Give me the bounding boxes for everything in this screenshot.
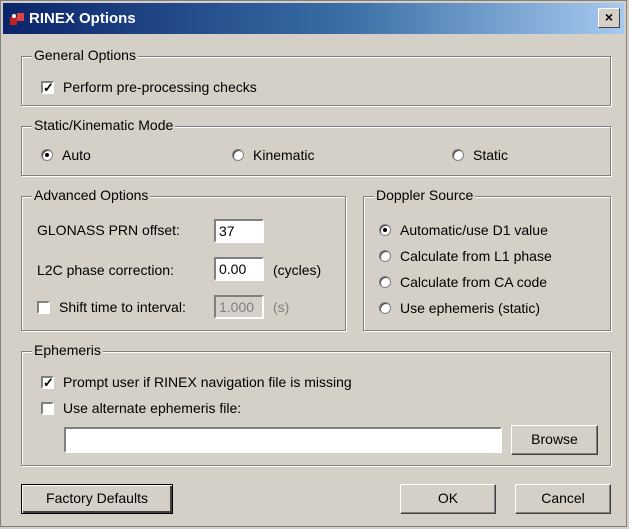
alternate-ephemeris-check-icon[interactable] <box>41 401 54 415</box>
factory-defaults-button[interactable]: Factory Defaults <box>21 484 173 514</box>
doppler-ca-radio[interactable]: Calculate from CA code <box>379 274 547 290</box>
shift-interval-input[interactable]: 1.000 <box>214 295 264 319</box>
doppler-l1-label: Calculate from L1 phase <box>400 248 552 264</box>
radio-icon[interactable] <box>379 302 391 314</box>
mode-auto-label: Auto <box>62 147 91 163</box>
shift-unit: (s) <box>273 299 290 315</box>
radio-selected-icon[interactable] <box>379 224 391 236</box>
rinex-options-dialog: RINEX Options × General Options ✓ Perfor… <box>0 0 627 527</box>
preprocess-check-icon[interactable]: ✓ <box>41 80 54 94</box>
prompt-user-label: Prompt user if RINEX navigation file is … <box>63 374 352 390</box>
ok-button[interactable]: OK <box>400 484 496 514</box>
app-icon <box>10 13 24 25</box>
doppler-ca-label: Calculate from CA code <box>400 274 548 290</box>
mode-group: Static/Kinematic Mode <box>21 117 611 176</box>
glonass-offset-input[interactable]: 37 <box>214 219 264 243</box>
ephemeris-title: Ephemeris <box>32 342 103 358</box>
mode-kinematic-label: Kinematic <box>253 147 315 163</box>
doppler-ephemeris-radio[interactable]: Use ephemeris (static) <box>379 300 540 316</box>
mode-static-radio[interactable]: Static <box>452 147 508 163</box>
advanced-options-title: Advanced Options <box>32 187 151 203</box>
glonass-label: GLONASS PRN offset: <box>37 222 180 238</box>
radio-icon[interactable] <box>379 276 391 288</box>
close-button[interactable]: × <box>598 8 620 28</box>
doppler-l1-radio[interactable]: Calculate from L1 phase <box>379 248 552 264</box>
radio-icon[interactable] <box>379 250 391 262</box>
preprocess-label: Perform pre-processing checks <box>63 79 257 95</box>
mode-auto-radio[interactable]: Auto <box>41 147 91 163</box>
ephemeris-file-input[interactable] <box>64 427 502 453</box>
shift-time-label: Shift time to interval: <box>59 299 186 315</box>
l2c-unit: (cycles) <box>273 262 322 278</box>
radio-icon[interactable] <box>452 149 464 161</box>
preprocess-checkbox[interactable]: ✓ Perform pre-processing checks <box>41 79 257 95</box>
close-icon: × <box>604 9 614 25</box>
mode-title: Static/Kinematic Mode <box>32 117 176 133</box>
doppler-ephemeris-label: Use ephemeris (static) <box>400 300 541 316</box>
alternate-ephemeris-checkbox[interactable]: Use alternate ephemeris file: <box>41 400 241 416</box>
radio-icon[interactable] <box>232 149 244 161</box>
shift-time-check-icon[interactable] <box>37 300 50 314</box>
alternate-ephemeris-label: Use alternate ephemeris file: <box>63 400 242 416</box>
title-bar[interactable]: RINEX Options × <box>3 3 624 34</box>
shift-time-checkbox[interactable]: Shift time to interval: <box>37 299 186 315</box>
cancel-button[interactable]: Cancel <box>515 484 611 514</box>
l2c-label: L2C phase correction: <box>37 262 174 278</box>
doppler-d1-label: Automatic/use D1 value <box>400 222 548 238</box>
radio-selected-icon[interactable] <box>41 149 53 161</box>
window-title: RINEX Options <box>29 10 136 27</box>
prompt-user-checkbox[interactable]: ✓ Prompt user if RINEX navigation file i… <box>41 374 352 390</box>
doppler-source-title: Doppler Source <box>374 187 476 203</box>
doppler-d1-radio[interactable]: Automatic/use D1 value <box>379 222 548 238</box>
prompt-user-check-icon[interactable]: ✓ <box>41 375 54 389</box>
browse-button[interactable]: Browse <box>511 425 598 455</box>
mode-kinematic-radio[interactable]: Kinematic <box>232 147 314 163</box>
mode-static-label: Static <box>473 147 509 163</box>
general-options-title: General Options <box>32 47 138 63</box>
l2c-correction-input[interactable]: 0.00 <box>214 257 264 281</box>
